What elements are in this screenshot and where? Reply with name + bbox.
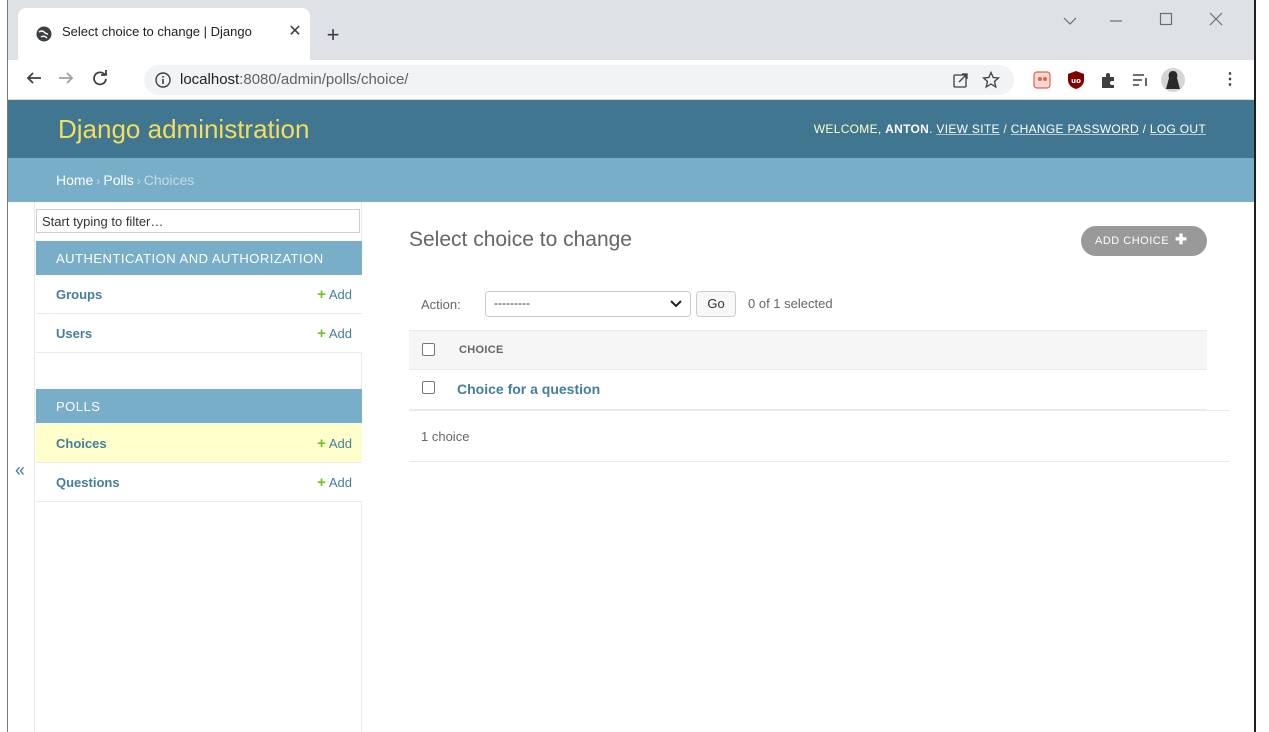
add-groups-link[interactable]: + Add — [317, 286, 352, 303]
globe-icon — [36, 26, 52, 42]
forward-icon[interactable] — [54, 68, 78, 92]
nav-filter-input[interactable] — [36, 209, 360, 233]
sidebar-item-users: Users + Add — [36, 314, 362, 353]
choice-link[interactable]: Choice for a question — [457, 381, 600, 397]
profile-avatar-icon[interactable] — [1160, 67, 1186, 93]
browser-tab[interactable]: Select choice to change | Django ✕ — [18, 8, 310, 60]
add-questions-link[interactable]: + Add — [317, 474, 352, 491]
paginator: 1 choice — [409, 410, 1230, 462]
close-window-icon[interactable] — [1196, 10, 1236, 34]
add-choice-label: ADD CHOICE — [1095, 235, 1170, 247]
share-icon[interactable] — [952, 71, 970, 89]
menu-icon[interactable]: ⋮ — [1218, 68, 1242, 92]
table-row: Choice for a question — [409, 370, 1207, 410]
selected-count: 0 of 1 selected — [748, 296, 833, 311]
add-choice-button[interactable]: ADD CHOICE ✚ — [1081, 226, 1207, 256]
puzzle-icon[interactable] — [1098, 70, 1118, 90]
app-caption-polls[interactable]: POLLS — [36, 389, 362, 423]
minimize-icon[interactable] — [1096, 10, 1136, 34]
results-header: CHOICE — [409, 330, 1207, 370]
separator: / — [999, 122, 1011, 136]
url-path: :8080/admin/polls/choice/ — [239, 71, 409, 88]
add-icon: + — [317, 325, 326, 342]
view-site-link[interactable]: VIEW SITE — [936, 122, 999, 136]
back-icon[interactable] — [22, 68, 46, 92]
add-label: Add — [328, 436, 352, 451]
url-text[interactable]: localhost:8080/admin/polls/choice/ — [180, 71, 408, 88]
tab-close-icon[interactable]: ✕ — [284, 21, 306, 43]
select-all-checkbox[interactable] — [422, 343, 435, 356]
reading-list-icon[interactable] — [1130, 70, 1150, 90]
address-bar[interactable]: localhost:8080/admin/polls/choice/ — [144, 65, 1014, 95]
user-tools: WELCOME, ANTON. VIEW SITE / CHANGE PASSW… — [813, 122, 1206, 136]
extension-icon[interactable] — [1032, 70, 1052, 90]
breadcrumb-current: Choices — [143, 172, 195, 188]
model-link-choices[interactable]: Choices — [56, 436, 107, 451]
tab-title: Select choice to change | Django — [62, 24, 252, 39]
nav-sidebar: AUTHENTICATION AND AUTHORIZATION Groups … — [36, 202, 362, 732]
breadcrumb-separator: › — [96, 174, 101, 188]
breadcrumb-separator: › — [136, 174, 141, 188]
url-host: localhost — [180, 71, 240, 88]
new-tab-button[interactable]: + — [320, 22, 346, 48]
add-icon: + — [317, 435, 326, 452]
svg-text:uo: uo — [1071, 77, 1081, 85]
actions-bar: Action: --------- Go 0 of 1 selected — [409, 288, 1209, 318]
reload-icon[interactable] — [88, 68, 112, 92]
action-select[interactable]: --------- — [485, 291, 691, 317]
window-right-edge — [1254, 0, 1269, 732]
model-link-questions[interactable]: Questions — [56, 475, 120, 490]
sidebar-item-groups: Groups + Add — [36, 275, 362, 314]
page-title: Select choice to change — [409, 228, 632, 251]
info-icon[interactable] — [154, 71, 172, 89]
action-label: Action: — [421, 297, 461, 312]
site-branding[interactable]: Django administration — [58, 114, 309, 145]
window-left-edge — [0, 0, 8, 732]
maximize-icon[interactable] — [1146, 10, 1186, 34]
tab-search-chevron-icon[interactable] — [1050, 10, 1090, 34]
log-out-link[interactable]: LOG OUT — [1150, 122, 1206, 136]
chevron-down-icon — [670, 300, 682, 308]
breadcrumb-home-link[interactable]: Home — [56, 172, 93, 188]
add-users-link[interactable]: + Add — [317, 325, 352, 342]
result-count: 1 choice — [421, 429, 470, 444]
column-header-choice[interactable]: CHOICE — [459, 344, 504, 356]
collapse-sidebar-icon[interactable]: « — [15, 460, 25, 481]
add-label: Add — [328, 287, 352, 302]
add-label: Add — [328, 475, 352, 490]
welcome-text: WELCOME, — [813, 122, 886, 136]
tab-strip: Select choice to change | Django ✕ + — [8, 0, 1254, 60]
app-caption-auth[interactable]: AUTHENTICATION AND AUTHORIZATION — [36, 241, 362, 275]
breadcrumb: Home › Polls › Choices — [8, 158, 1254, 202]
separator: / — [1138, 122, 1150, 136]
row-checkbox[interactable] — [422, 381, 435, 394]
model-link-groups[interactable]: Groups — [56, 287, 102, 302]
admin-header: Django administration WELCOME, ANTON. VI… — [8, 100, 1254, 158]
add-label: Add — [328, 326, 352, 341]
add-icon: + — [317, 286, 326, 303]
action-selected-value: --------- — [494, 296, 530, 310]
sidebar-item-questions: Questions + Add — [36, 463, 362, 502]
change-password-link[interactable]: CHANGE PASSWORD — [1011, 122, 1139, 136]
plus-icon: ✚ — [1175, 231, 1188, 247]
ublock-icon[interactable]: uo — [1066, 70, 1086, 90]
bookmark-star-icon[interactable] — [982, 71, 1000, 89]
sidebar-item-choices: Choices + Add — [36, 424, 362, 463]
add-choices-link[interactable]: + Add — [317, 435, 352, 452]
model-link-users[interactable]: Users — [56, 326, 92, 341]
username: ANTON — [885, 122, 930, 136]
go-button[interactable]: Go — [696, 291, 736, 317]
browser-toolbar: localhost:8080/admin/polls/choice/ uo ⋮ — [8, 60, 1254, 100]
sidebar-toggle[interactable]: « — [8, 202, 35, 732]
breadcrumb-polls-link[interactable]: Polls — [103, 172, 133, 188]
add-icon: + — [317, 474, 326, 491]
